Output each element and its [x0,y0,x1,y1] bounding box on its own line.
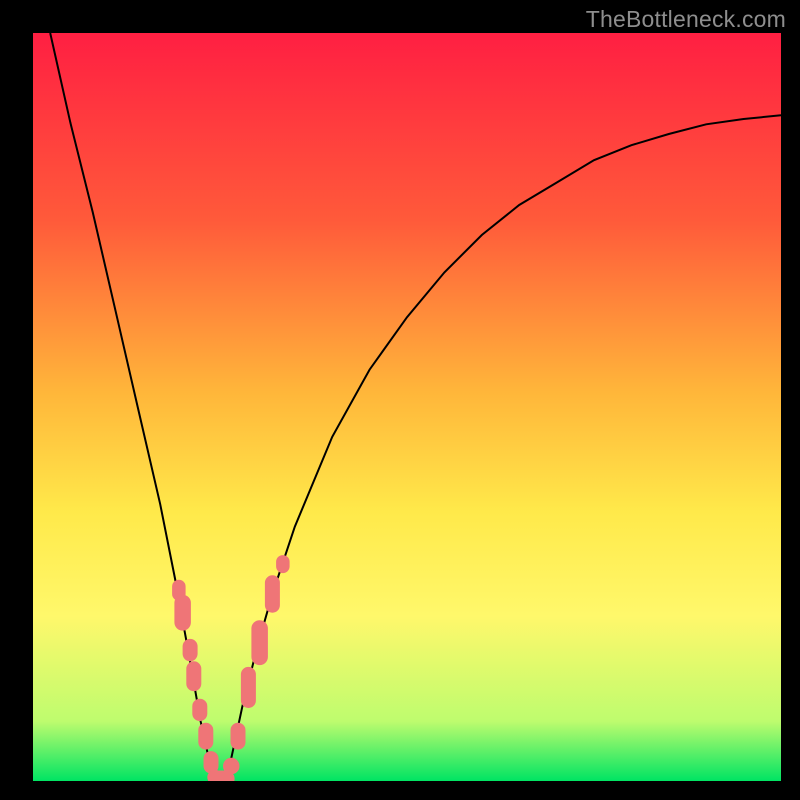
curve-marker [183,639,198,661]
curve-marker [223,758,240,775]
curve-marker [198,723,213,750]
chart-frame: TheBottleneck.com [0,0,800,800]
curve-marker [276,555,290,573]
chart-overlay [33,33,781,781]
curve-marker [186,661,201,691]
curve-marker [251,620,268,665]
marker-cluster [172,555,290,781]
bottleneck-curve [50,33,781,777]
curve-marker [265,575,280,612]
watermark-text: TheBottleneck.com [586,6,786,33]
curve-marker [241,667,256,708]
curve-marker [174,595,191,631]
curve-marker [231,723,246,750]
curve-marker [192,699,207,721]
